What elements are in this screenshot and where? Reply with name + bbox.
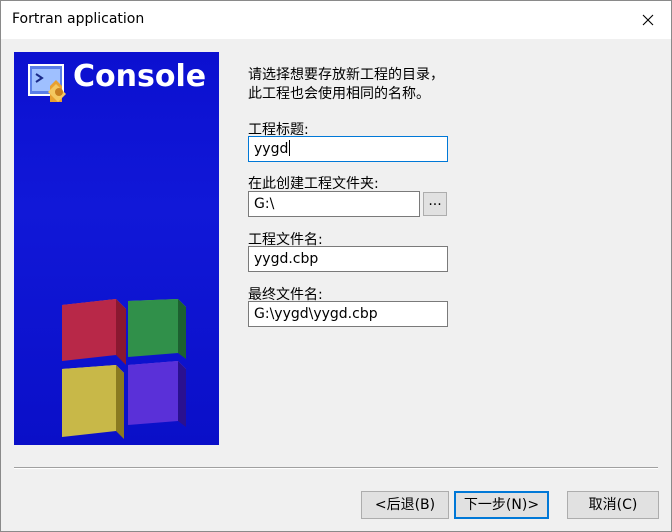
folder-input[interactable]: G:\ xyxy=(248,191,420,217)
folder-label: 在此创建工程文件夹: xyxy=(248,176,379,192)
final-filename-field[interactable]: G:\yygd\yygd.cbp xyxy=(248,301,448,327)
dialog-window: Fortran application Console 请选择想要存放新工程的目… xyxy=(0,0,672,532)
back-button[interactable]: <后退(B) xyxy=(361,491,449,519)
folder-value: G:\ xyxy=(254,196,275,212)
title-bar: Fortran application xyxy=(1,1,671,39)
final-filename-value: G:\yygd\yygd.cbp xyxy=(254,306,378,322)
console-app-icon xyxy=(28,64,66,102)
project-filename-value: yygd.cbp xyxy=(254,251,319,267)
next-button[interactable]: 下一步(N)> xyxy=(454,491,549,519)
instruction-line-1: 请选择想要存放新工程的目录， xyxy=(248,67,444,83)
wizard-banner: Console xyxy=(14,52,219,445)
codeblocks-cubes-logo xyxy=(62,299,186,439)
instruction-line-2: 此工程也会使用相同的名称。 xyxy=(248,86,430,102)
project-filename-input[interactable]: yygd.cbp xyxy=(248,246,448,272)
banner-title: Console xyxy=(73,59,207,94)
project-title-value: yygd xyxy=(254,141,289,157)
close-icon xyxy=(642,14,654,26)
cancel-button[interactable]: 取消(C) xyxy=(567,491,659,519)
browse-folder-button[interactable]: ... xyxy=(423,192,447,216)
close-button[interactable] xyxy=(625,1,671,39)
window-title: Fortran application xyxy=(12,11,145,27)
button-separator xyxy=(14,467,658,469)
text-caret xyxy=(289,140,291,156)
project-title-input[interactable]: yygd xyxy=(248,136,448,162)
